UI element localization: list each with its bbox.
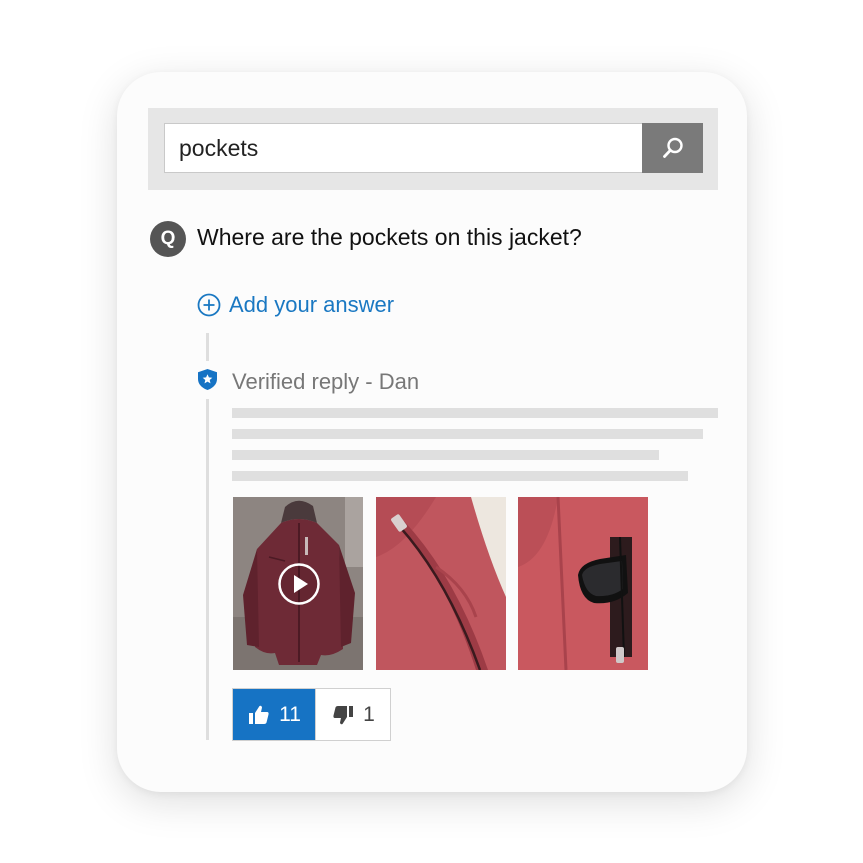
jacket-zipper-image bbox=[376, 497, 506, 670]
plus-circle-icon bbox=[197, 293, 221, 317]
answer-text-placeholder bbox=[232, 429, 703, 439]
thumbs-down-icon bbox=[333, 705, 354, 724]
answer-photo-pocket[interactable] bbox=[518, 497, 648, 670]
thumbs-up-icon bbox=[249, 705, 269, 724]
upvote-button[interactable]: 11 bbox=[233, 689, 315, 740]
answer-video-thumbnail[interactable] bbox=[233, 497, 363, 670]
add-answer-label: Add your answer bbox=[229, 292, 395, 317]
search-button[interactable] bbox=[642, 123, 703, 173]
vote-buttons: 11 1 bbox=[232, 688, 391, 741]
answer-text-placeholder bbox=[232, 408, 718, 418]
jacket-pocket-image bbox=[518, 497, 648, 670]
verified-shield-icon bbox=[198, 369, 217, 390]
qa-card: Q Where are the pockets on this jacket? … bbox=[117, 72, 747, 792]
add-answer-link[interactable]: Add your answer bbox=[197, 292, 394, 318]
question-text: Where are the pockets on this jacket? bbox=[197, 224, 582, 250]
thread-line-top bbox=[206, 333, 209, 361]
downvote-count: 1 bbox=[363, 702, 375, 726]
thread-line bbox=[206, 399, 209, 740]
search-icon bbox=[662, 137, 683, 158]
answer-text-placeholder bbox=[232, 471, 688, 481]
upvote-count: 11 bbox=[279, 702, 301, 726]
question-icon: Q bbox=[150, 221, 186, 257]
question-icon-letter: Q bbox=[160, 228, 176, 249]
search-input[interactable] bbox=[164, 123, 642, 173]
answer-text-placeholder bbox=[232, 450, 659, 460]
downvote-button[interactable]: 1 bbox=[315, 689, 390, 740]
answer-photo-zipper[interactable] bbox=[376, 497, 506, 670]
answer-author: Verified reply - Dan bbox=[232, 369, 420, 394]
search-bar bbox=[148, 108, 718, 190]
play-icon bbox=[278, 563, 320, 605]
